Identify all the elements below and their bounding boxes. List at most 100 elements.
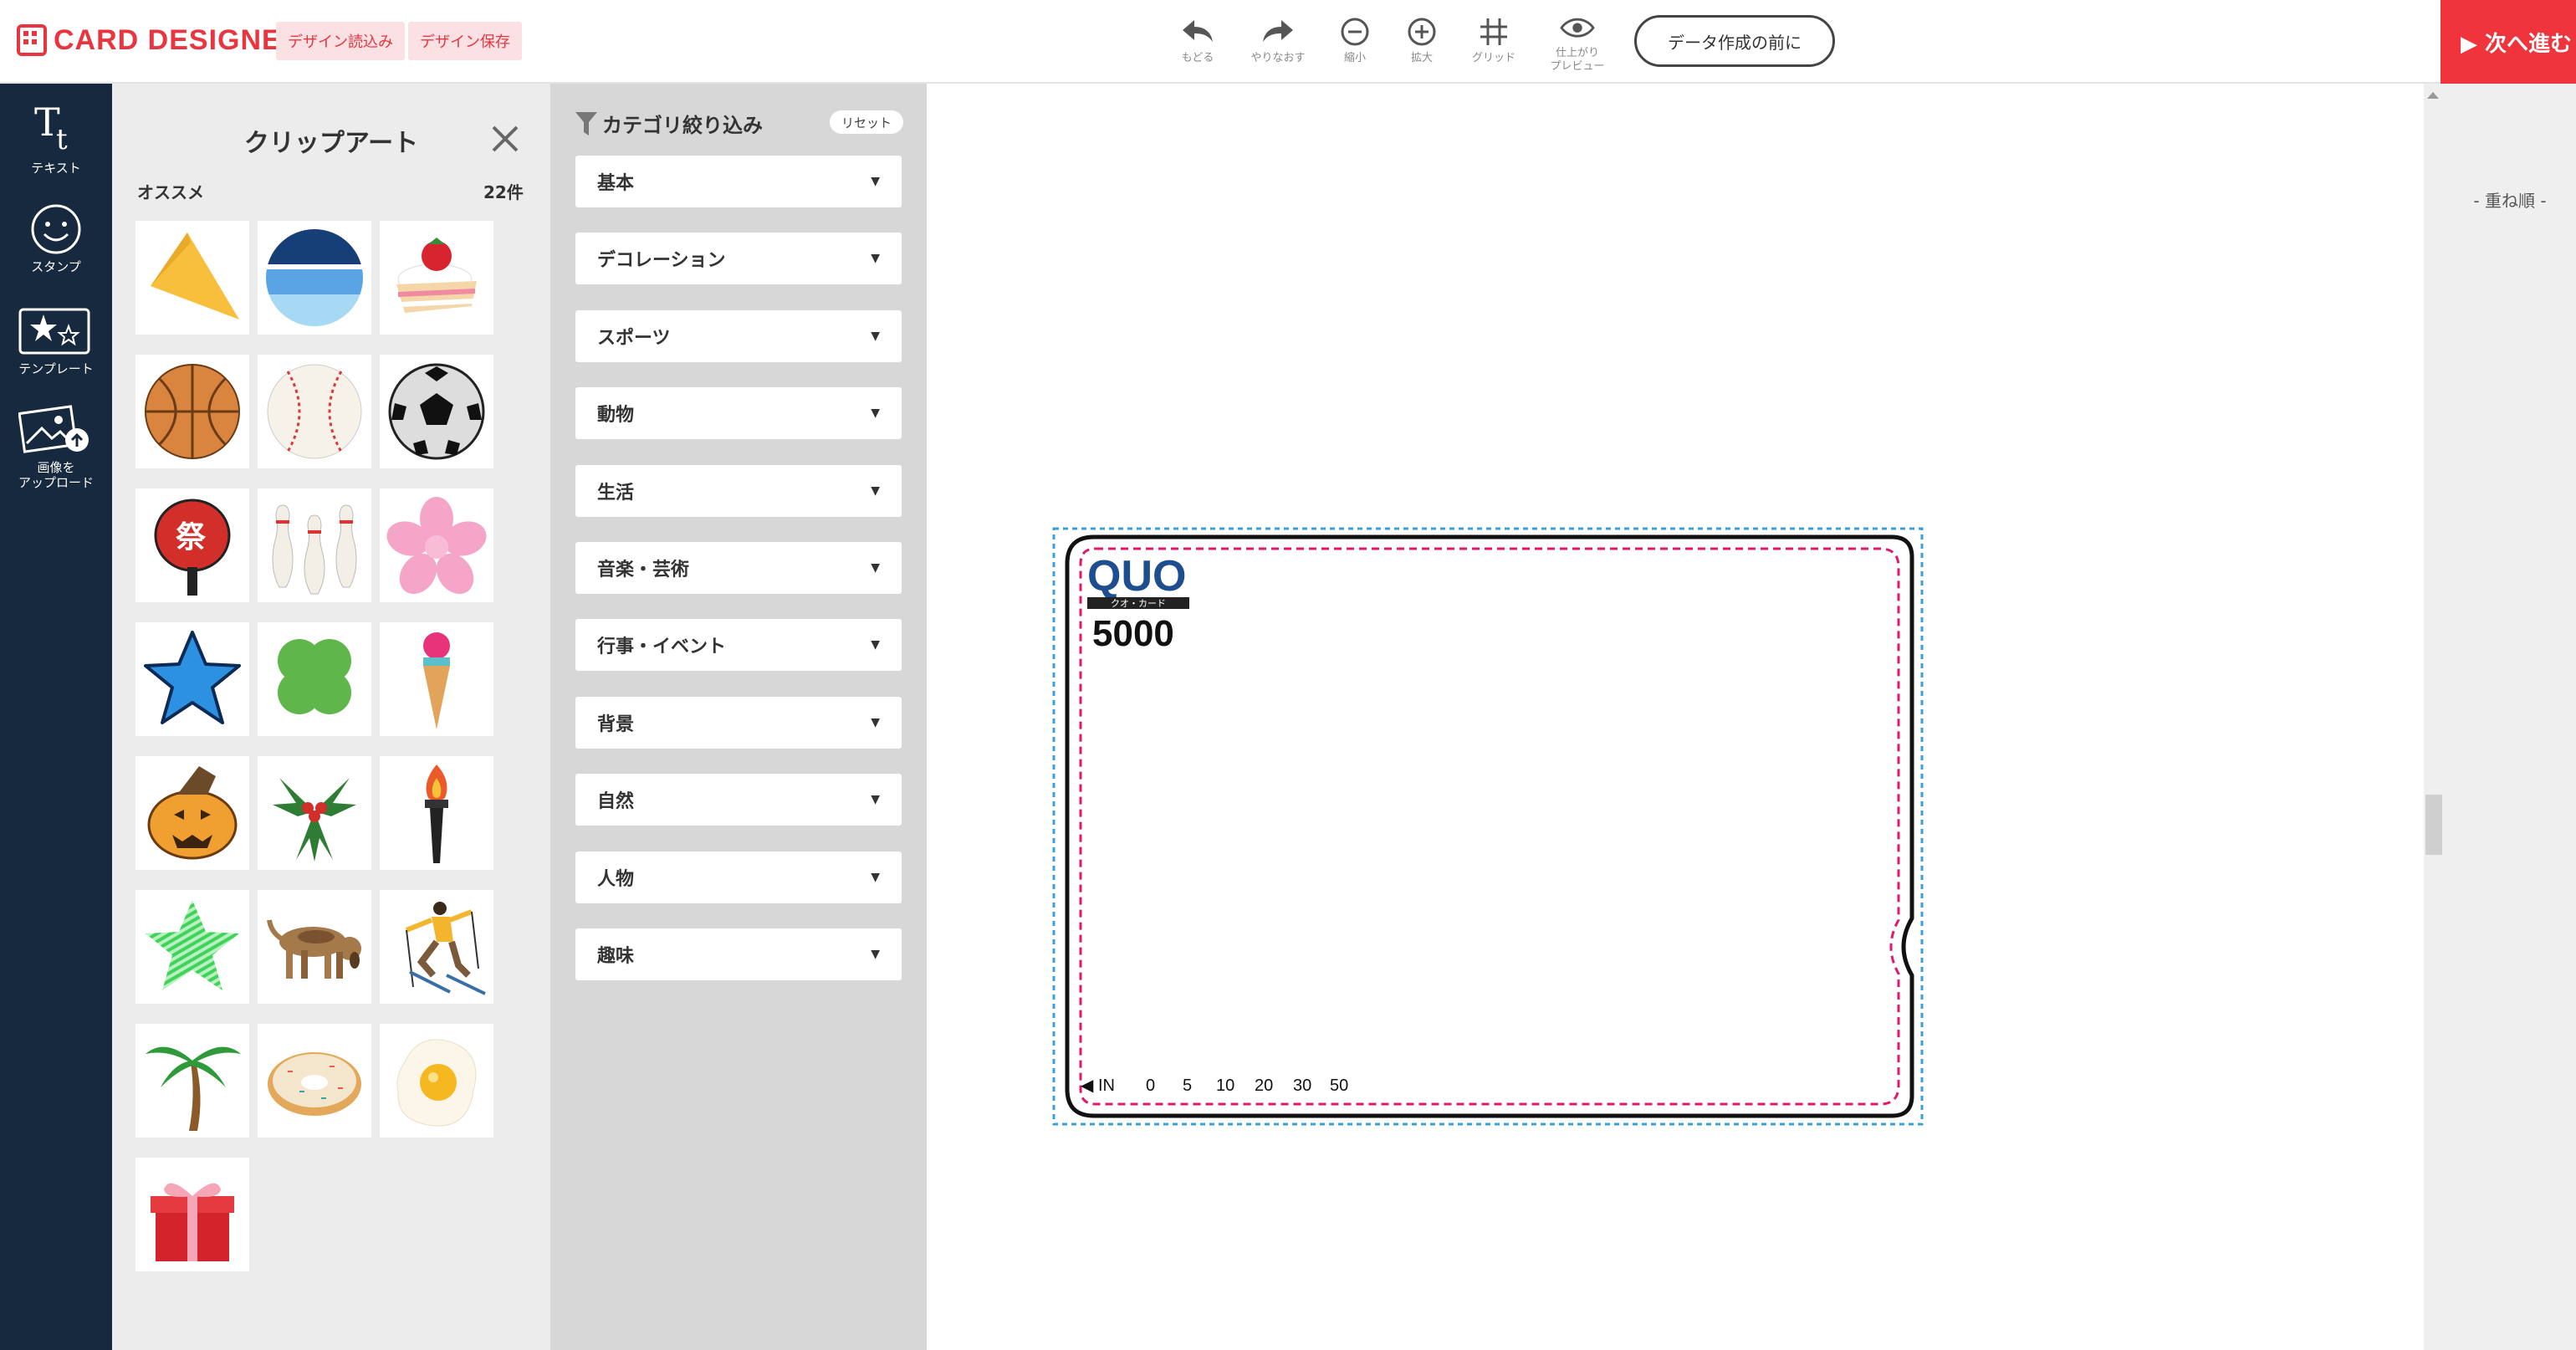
category-select[interactable]: 行事・イベント ▼ — [575, 619, 902, 671]
clipart-item[interactable] — [380, 890, 493, 1004]
caret-down-icon: ▼ — [871, 407, 880, 420]
clipart-item[interactable] — [135, 622, 249, 736]
redo-icon — [1263, 20, 1293, 42]
clipart-item[interactable] — [258, 1024, 371, 1138]
undo-label: もどる — [1181, 52, 1214, 64]
preview-button[interactable]: 仕上がり プレビュー — [1544, 15, 1611, 74]
logo-text: CARD DESIGNER — [54, 23, 304, 56]
clipart-item[interactable]: 祭 — [135, 488, 249, 602]
category-label: デコレーション — [597, 250, 726, 271]
clover-icon — [278, 639, 351, 714]
caret-down-icon: ▼ — [871, 716, 880, 729]
category-select[interactable]: 人物 ▼ — [575, 851, 902, 903]
scrollbar-thumb[interactable] — [2425, 795, 2442, 855]
baseball-icon — [267, 364, 362, 459]
category-label: 趣味 — [597, 946, 635, 967]
palm-tree-icon — [146, 1046, 241, 1131]
zoom-in-icon — [1408, 18, 1436, 46]
nav-stamp-label: スタンプ — [31, 259, 81, 274]
clipart-item[interactable] — [380, 488, 493, 602]
logo[interactable]: CARD DESIGNER — [17, 22, 303, 59]
undo-icon — [1183, 20, 1213, 42]
clipart-item[interactable] — [380, 756, 493, 870]
clipart-item[interactable] — [135, 221, 249, 335]
design-canvas[interactable]: QUO クオ・カード 5000 ◀ IN 0 5 10 20 30 50 — [927, 84, 2427, 1350]
clipart-panel: クリップアート オススメ 22件 祭 — [112, 84, 550, 1350]
caret-down-icon: ▼ — [871, 330, 880, 343]
close-icon[interactable] — [488, 122, 522, 156]
circle-blue-icon — [266, 229, 363, 326]
scale-in: ◀ IN — [1081, 1076, 1115, 1095]
card-artboard[interactable]: QUO クオ・カード 5000 ◀ IN 0 5 10 20 30 50 — [927, 84, 2427, 1350]
redo-button[interactable]: やりなおす — [1245, 15, 1311, 74]
caret-down-icon: ▼ — [871, 871, 880, 884]
category-select[interactable]: 生活 ▼ — [575, 465, 902, 517]
fried-egg-icon — [396, 1039, 477, 1127]
zoom-in-label: 拡大 — [1410, 52, 1433, 64]
clipart-item[interactable] — [135, 355, 249, 468]
clipart-item[interactable] — [380, 221, 493, 335]
zoom-out-button[interactable]: 縮小 — [1321, 15, 1388, 74]
scroll-up-arrow-icon[interactable] — [2427, 92, 2439, 99]
category-select[interactable]: 音楽・芸術 ▼ — [575, 542, 902, 594]
category-select[interactable]: スポーツ ▼ — [575, 310, 902, 362]
card-outline — [1065, 534, 1914, 1118]
undo-button[interactable]: もどる — [1164, 15, 1231, 74]
scale-mark: 0 — [1146, 1076, 1155, 1095]
nav-template-label: テンプレート — [18, 361, 94, 376]
category-select[interactable]: 自然 ▼ — [575, 774, 902, 826]
text-icon: T t — [34, 100, 68, 156]
clipart-item[interactable] — [258, 756, 371, 870]
quo-sub-label: クオ・カード — [1111, 598, 1166, 609]
clipart-item[interactable] — [258, 221, 371, 335]
category-label: 人物 — [597, 869, 635, 890]
category-select[interactable]: デコレーション ▼ — [575, 233, 902, 284]
nav-text[interactable]: T t テキスト — [0, 99, 112, 176]
clipart-item[interactable] — [258, 890, 371, 1004]
next-step-button[interactable]: ▶ 次へ進む — [2441, 0, 2576, 84]
caret-down-icon: ▼ — [871, 561, 880, 575]
grid-button[interactable]: グリッド — [1460, 15, 1527, 74]
clipart-item[interactable] — [135, 756, 249, 870]
clipart-item[interactable] — [135, 1158, 249, 1271]
sakura-icon — [386, 497, 487, 595]
clipart-item[interactable] — [135, 890, 249, 1004]
nav-upload[interactable]: 画像を アップロード — [0, 403, 112, 490]
clipart-item[interactable] — [135, 1024, 249, 1138]
category-title: カテゴリ絞り込み — [602, 114, 763, 137]
nav-stamp[interactable]: スタンプ — [0, 202, 112, 274]
category-select[interactable]: 基本 ▼ — [575, 156, 902, 207]
clipart-item[interactable] — [380, 355, 493, 468]
clipart-item[interactable] — [380, 1024, 493, 1138]
zoom-in-button[interactable]: 拡大 — [1388, 15, 1455, 74]
canvas-scrollbar[interactable] — [2424, 84, 2444, 1350]
layers-panel: - 重ね順 - — [2444, 84, 2576, 1350]
scale-mark: 10 — [1216, 1076, 1234, 1095]
torch-icon — [425, 764, 448, 863]
scale-mark: 50 — [1330, 1076, 1348, 1095]
category-select[interactable]: 動物 ▼ — [575, 387, 902, 439]
clipart-item[interactable] — [258, 355, 371, 468]
category-select[interactable]: 趣味 ▼ — [575, 928, 902, 980]
category-select[interactable]: 背景 ▼ — [575, 697, 902, 749]
top-toolbar: CARD DESIGNER デザイン読込み デザイン保存 もどる やりなおす 縮… — [0, 0, 2576, 84]
clipart-item[interactable] — [258, 622, 371, 736]
scale-mark: 5 — [1183, 1076, 1192, 1095]
grid-icon — [1480, 18, 1507, 45]
card-logo-icon — [17, 24, 47, 56]
reset-button[interactable]: リセット — [830, 110, 903, 134]
eye-icon — [1560, 18, 1595, 38]
category-label: 動物 — [597, 405, 635, 426]
clipart-item[interactable] — [258, 488, 371, 602]
nav-template[interactable]: テンプレート — [0, 308, 112, 376]
caret-down-icon: ▼ — [871, 948, 880, 961]
load-design-button[interactable]: デザイン読込み — [276, 22, 405, 60]
app: CARD DESIGNER デザイン読込み デザイン保存 もどる やりなおす 縮… — [0, 0, 2576, 1350]
caret-down-icon: ▼ — [871, 484, 880, 498]
before-data-button[interactable]: データ作成の前に — [1634, 15, 1835, 67]
left-sidebar: T t テキスト スタンプ テンプレート 画像を アップロード — [0, 84, 112, 1350]
save-design-button[interactable]: デザイン保存 — [408, 22, 522, 60]
donut-icon — [268, 1052, 361, 1116]
layers-title: - 重ね順 - — [2473, 191, 2547, 211]
clipart-item[interactable] — [380, 622, 493, 736]
